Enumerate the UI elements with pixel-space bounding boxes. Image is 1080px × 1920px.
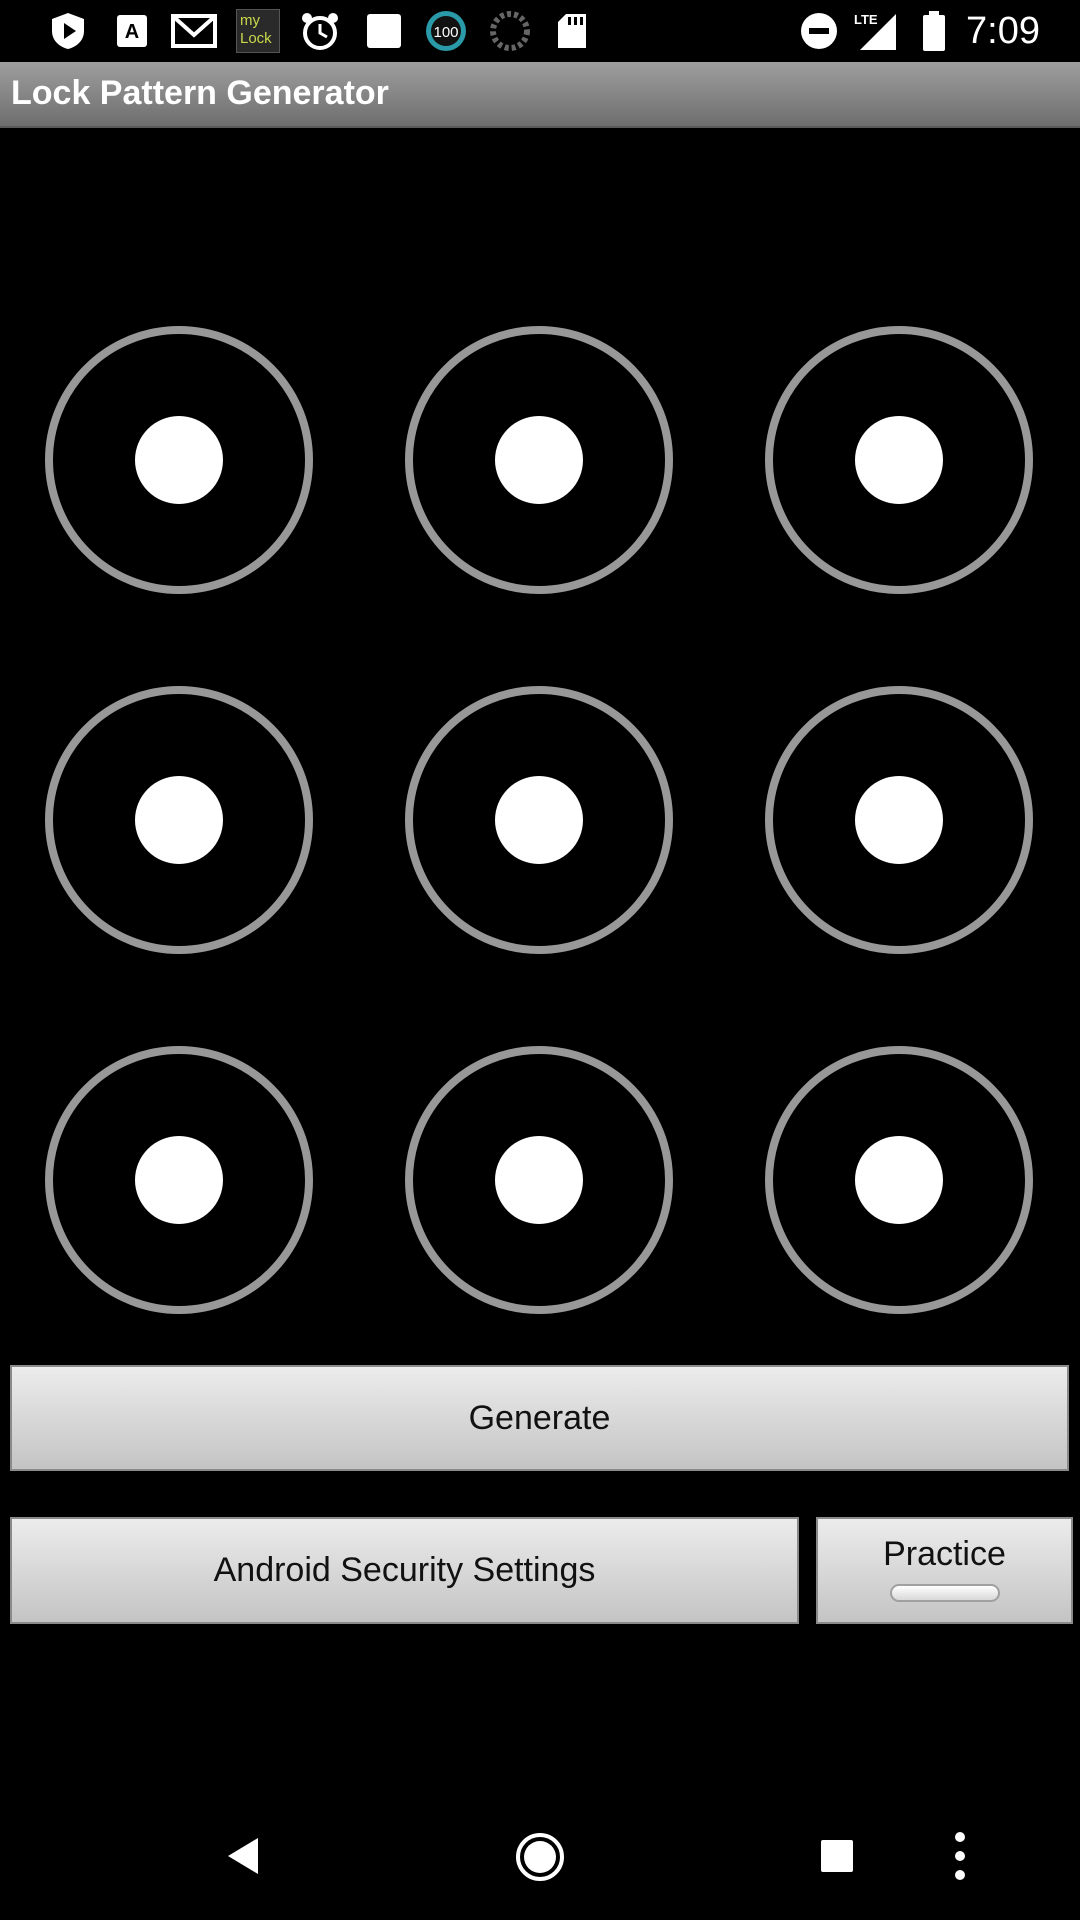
generate-button[interactable]: Generate <box>10 1365 1069 1471</box>
badge-100-text: 100 <box>433 24 458 41</box>
pattern-node-5[interactable] <box>405 686 673 954</box>
pattern-dot <box>855 776 943 864</box>
mylock-icon: my Lock <box>236 9 280 53</box>
pattern-node-9[interactable] <box>765 1046 1033 1314</box>
overflow-menu-icon[interactable] <box>944 1828 976 1884</box>
pattern-node-3[interactable] <box>765 326 1033 594</box>
pattern-node-7[interactable] <box>45 1046 313 1314</box>
lte-signal-icon: LTE <box>852 10 898 52</box>
alarm-clock-icon <box>298 10 342 52</box>
pattern-dot <box>495 416 583 504</box>
square-notification-icon <box>364 10 404 52</box>
pattern-node-2[interactable] <box>405 326 673 594</box>
android-security-settings-button[interactable]: Android Security Settings <box>10 1517 799 1624</box>
pattern-dot <box>855 416 943 504</box>
clock-time: 7:09 <box>966 10 1040 52</box>
loading-circle-icon <box>488 10 532 52</box>
home-icon[interactable] <box>511 1828 569 1886</box>
pattern-node-4[interactable] <box>45 686 313 954</box>
pattern-dot <box>495 1136 583 1224</box>
recents-icon[interactable] <box>812 1828 862 1884</box>
status-bar: A my Lock 100 LTE 7:09 <box>0 0 1080 62</box>
pattern-node-6[interactable] <box>765 686 1033 954</box>
do-not-disturb-icon <box>798 10 840 52</box>
pattern-node-8[interactable] <box>405 1046 673 1314</box>
badge-100-icon: 100 <box>424 10 468 52</box>
lock-pattern-grid[interactable] <box>0 128 1080 1328</box>
generate-button-label: Generate <box>468 1398 611 1437</box>
back-icon[interactable] <box>216 1828 272 1884</box>
security-settings-label: Android Security Settings <box>213 1551 596 1589</box>
text-a-icon: A <box>112 10 152 52</box>
pattern-dot <box>495 776 583 864</box>
pattern-dot <box>135 416 223 504</box>
play-shield-icon <box>48 10 88 52</box>
navigation-bar <box>0 1800 1080 1920</box>
lte-label: LTE <box>854 12 878 27</box>
pattern-dot <box>135 776 223 864</box>
app-title-bar: Lock Pattern Generator <box>0 62 1080 128</box>
practice-toggle-indicator <box>889 1584 1000 1602</box>
pattern-dot <box>135 1136 223 1224</box>
practice-toggle-button[interactable]: Practice <box>816 1517 1073 1624</box>
pattern-dot <box>855 1136 943 1224</box>
gmail-icon <box>170 10 218 52</box>
svg-text:A: A <box>125 21 139 43</box>
sd-card-icon <box>554 10 590 52</box>
battery-icon <box>920 10 948 52</box>
pattern-node-1[interactable] <box>45 326 313 594</box>
practice-label: Practice <box>883 1535 1006 1573</box>
app-title: Lock Pattern Generator <box>11 74 389 112</box>
mylock-label: my Lock <box>240 12 272 47</box>
